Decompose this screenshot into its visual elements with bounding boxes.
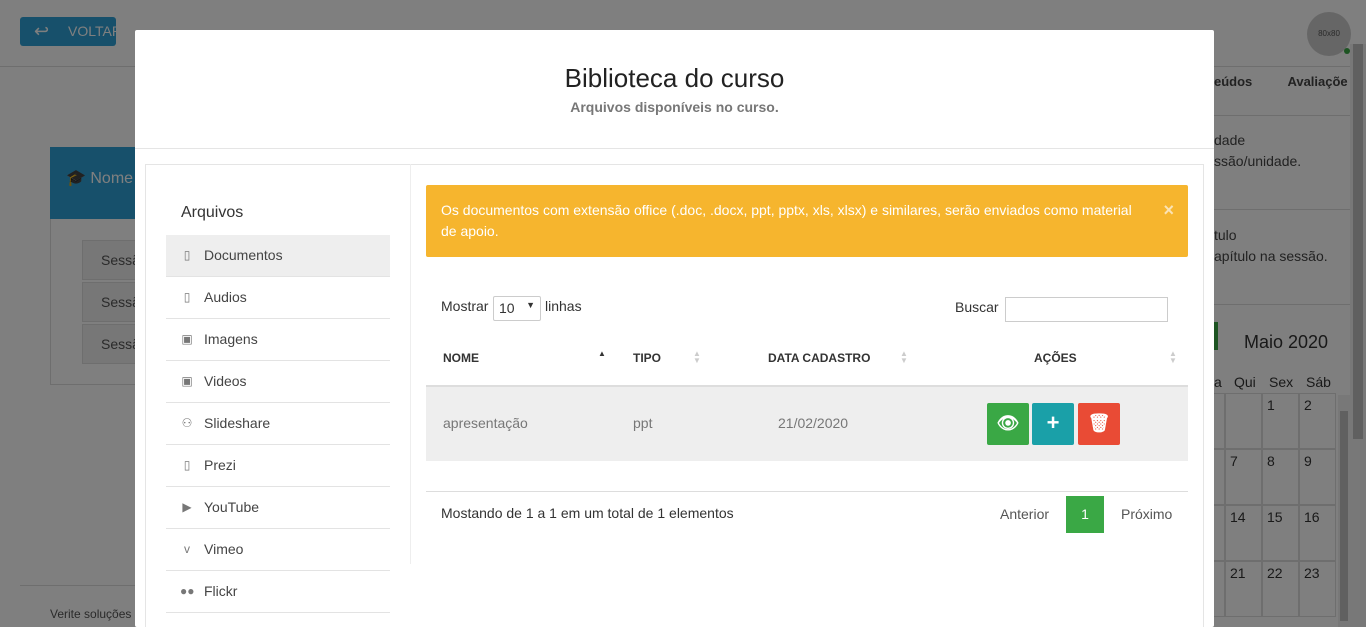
sidebar-item-documentos[interactable]: ▯ Documentos — [166, 235, 390, 277]
plus-icon: + — [1046, 410, 1060, 435]
file-video-icon: ▣ — [181, 374, 193, 388]
sort-asc-icon: ▲ — [598, 349, 606, 358]
file-image-icon: ▣ — [181, 332, 193, 346]
column-header-nome[interactable]: NOME — [443, 351, 479, 365]
table-info: Mostando de 1 a 1 em um total de 1 eleme… — [441, 505, 734, 521]
table-footer-divider — [426, 491, 1188, 492]
alert-text: Os documentos com extensão office (.doc,… — [441, 202, 1132, 239]
close-icon[interactable]: × — [1163, 200, 1174, 221]
page-length-select[interactable]: 10 ▼ — [493, 296, 541, 321]
slideshare-icon: ⚇ — [181, 416, 193, 430]
sort-icon: ▲ ▼ — [693, 349, 701, 365]
column-header-data[interactable]: DATA CADASTRO — [768, 351, 870, 365]
sidebar-item-vimeo[interactable]: v Vimeo — [166, 529, 390, 571]
search-label: Buscar — [955, 299, 999, 315]
delete-button[interactable]: 🗑 — [1078, 403, 1120, 445]
lines-label: linhas — [545, 298, 582, 314]
modal-subtitle: Arquivos disponíveis no curso. — [570, 99, 779, 115]
trash-icon: 🗑 — [1087, 413, 1111, 433]
sidebar-divider — [410, 164, 411, 564]
pagination-previous[interactable]: Anterior — [1000, 506, 1049, 522]
column-header-tipo[interactable]: TIPO — [633, 351, 661, 365]
cell-data: 21/02/2020 — [778, 415, 849, 431]
length-label: Mostrar — [441, 298, 489, 314]
flickr-icon: ●● — [180, 584, 195, 598]
vimeo-icon: v — [184, 542, 190, 556]
sidebar-item-youtube[interactable]: ▶ YouTube — [166, 487, 390, 529]
sidebar-item-imagens[interactable]: ▣ Imagens — [166, 319, 390, 361]
info-alert: Os documentos com extensão office (.doc,… — [426, 185, 1188, 257]
search-input[interactable] — [1005, 297, 1168, 322]
modal-header: Biblioteca do curso Arquivos disponíveis… — [135, 30, 1214, 149]
sidebar-item-flickr[interactable]: ●● Flickr — [166, 571, 390, 613]
file-prezi-icon: ▯ — [183, 458, 191, 472]
pagination-next[interactable]: Próximo — [1121, 506, 1172, 522]
sidebar-item-videos[interactable]: ▣ Videos — [166, 361, 390, 403]
sidebar-title: Arquivos — [181, 204, 244, 221]
view-button[interactable]: 👁 — [987, 403, 1029, 445]
file-pdf-icon: ▯ — [183, 248, 191, 262]
sidebar-item-audios[interactable]: ▯ Audios — [166, 277, 390, 319]
sidebar-item-prezi[interactable]: ▯ Prezi — [166, 445, 390, 487]
cell-tipo: ppt — [633, 415, 653, 431]
eye-icon: 👁 — [996, 413, 1020, 433]
file-audio-icon: ▯ — [183, 290, 191, 304]
youtube-icon: ▶ — [182, 500, 192, 514]
add-button[interactable]: + — [1032, 403, 1074, 445]
cell-nome: apresentação — [443, 415, 528, 431]
modal-title: Biblioteca do curso — [564, 63, 785, 93]
pagination-page-1[interactable]: 1 — [1066, 496, 1104, 533]
sidebar-item-slideshare[interactable]: ⚇ Slideshare — [166, 403, 390, 445]
column-header-acoes[interactable]: AÇÕES — [1034, 351, 1077, 365]
library-modal: Biblioteca do curso Arquivos disponíveis… — [135, 30, 1214, 627]
sort-icon: ▲ ▼ — [900, 349, 908, 365]
sort-icon: ▲ ▼ — [1169, 349, 1177, 365]
chevron-down-icon: ▼ — [526, 300, 535, 310]
